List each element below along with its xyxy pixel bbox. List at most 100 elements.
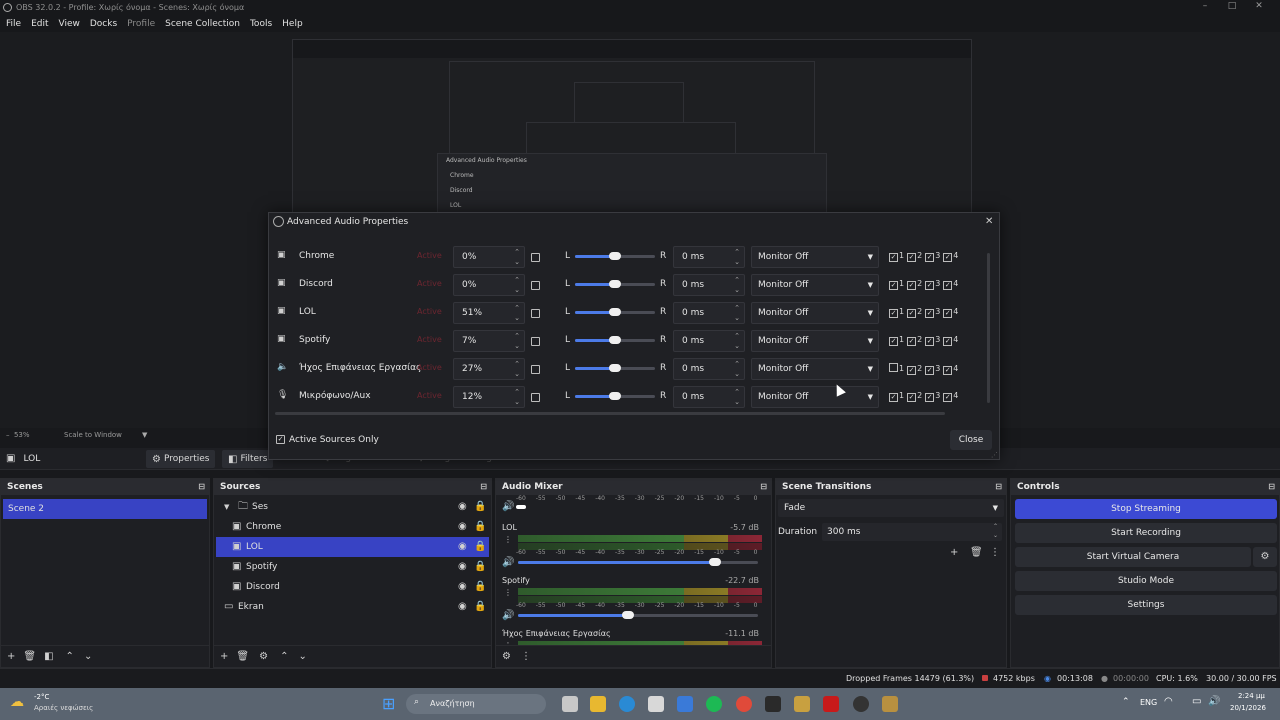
visibility-eye-icon[interactable]: ◉: [458, 537, 467, 557]
track-4[interactable]: ✓ 4: [943, 335, 958, 346]
balance-slider[interactable]: [609, 392, 621, 400]
sync-offset-input[interactable]: 0 ms ⌃ ⌄: [673, 386, 745, 408]
trash-icon[interactable]: 🗑: [970, 547, 983, 558]
source-item[interactable]: ▼ 🗀 Ses ◉ 🔒: [216, 497, 489, 517]
track-2[interactable]: ✓ 2: [907, 279, 922, 290]
taskbar-search[interactable]: ⌕ Αναζήτηση: [406, 694, 546, 714]
balance-slider[interactable]: [609, 280, 621, 288]
track-checkbox[interactable]: ✓: [925, 393, 935, 402]
start-virtual-camera-button[interactable]: Start Virtual Camera: [1015, 547, 1251, 567]
scene-item[interactable]: Scene 2: [3, 499, 207, 519]
track-checkbox[interactable]: ✓: [925, 281, 935, 290]
mono-checkbox[interactable]: [531, 365, 540, 374]
volume-input[interactable]: 12% ⌃ ⌄: [453, 386, 525, 408]
fader-knob[interactable]: [516, 505, 526, 509]
more-menu-icon[interactable]: ⋮: [521, 651, 531, 662]
track-2[interactable]: ✓ 2: [907, 307, 922, 318]
app2-icon[interactable]: [765, 696, 781, 712]
add-icon[interactable]: +: [220, 651, 228, 662]
move-down-icon[interactable]: ⌄: [84, 651, 92, 662]
stepper-icon[interactable]: ⌃ ⌄: [512, 303, 522, 323]
sync-offset-input[interactable]: 0 ms ⌃ ⌄: [673, 274, 745, 296]
start-icon[interactable]: ⊞: [382, 694, 395, 713]
stepper-icon[interactable]: ⌃ ⌄: [993, 522, 998, 540]
league-client-icon[interactable]: [882, 696, 898, 712]
track-checkbox[interactable]: ✓: [907, 281, 917, 290]
track-checkbox[interactable]: ✓: [925, 309, 935, 318]
close-window-icon[interactable]: ✕: [1252, 1, 1266, 15]
monitoring-select[interactable]: Monitor Off ▼: [751, 246, 879, 268]
scale-mode-chevron-icon[interactable]: ▼: [142, 431, 147, 439]
app-icon[interactable]: [677, 696, 693, 712]
track-3[interactable]: ✓ 3: [925, 279, 940, 290]
filters-button[interactable]: ◧ Filters: [222, 450, 274, 468]
track-checkbox[interactable]: ✓: [889, 337, 898, 346]
stepper-icon[interactable]: ⌃ ⌄: [732, 247, 742, 267]
track-1[interactable]: ✓ 1: [889, 335, 904, 346]
monitoring-select[interactable]: Monitor Off ▼: [751, 330, 879, 352]
stepper-icon[interactable]: ⌃ ⌄: [732, 359, 742, 379]
edge-icon[interactable]: [619, 696, 635, 712]
lock-icon[interactable]: 🔒: [474, 557, 486, 577]
league-icon[interactable]: [794, 696, 810, 712]
sync-offset-input[interactable]: 0 ms ⌃ ⌄: [673, 330, 745, 352]
volume-icon[interactable]: 🔊: [1208, 696, 1220, 707]
track-checkbox[interactable]: ✓: [907, 309, 917, 318]
track-checkbox[interactable]: ✓: [907, 393, 917, 402]
minimize-icon[interactable]: –: [1198, 1, 1212, 15]
stepper-icon[interactable]: ⌃ ⌄: [732, 331, 742, 351]
clock-time[interactable]: 2:24 μμ: [1238, 692, 1265, 700]
track-checkbox[interactable]: ✓: [925, 253, 935, 262]
sync-offset-input[interactable]: 0 ms ⌃ ⌄: [673, 246, 745, 268]
volume-input[interactable]: 51% ⌃ ⌄: [453, 302, 525, 324]
track-checkbox[interactable]: [889, 363, 898, 372]
more-menu-icon[interactable]: ⋮: [990, 547, 1000, 558]
stop-streaming-button[interactable]: Stop Streaming: [1015, 499, 1277, 519]
track-3[interactable]: ✓ 3: [925, 335, 940, 346]
netflix-icon[interactable]: [823, 696, 839, 712]
channel-menu-icon[interactable]: ⋮: [504, 535, 512, 544]
clock-date[interactable]: 20/1/2026: [1230, 704, 1266, 712]
menu-help[interactable]: Help: [282, 19, 303, 29]
balance-slider[interactable]: [609, 308, 621, 316]
lock-icon[interactable]: 🔒: [474, 517, 486, 537]
vertical-scrollbar[interactable]: [987, 253, 990, 403]
network-icon[interactable]: ▭: [1192, 696, 1201, 707]
track-3[interactable]: ✓ 3: [925, 251, 940, 262]
lock-icon[interactable]: 🔒: [474, 577, 486, 597]
track-checkbox[interactable]: ✓: [889, 393, 898, 402]
track-1[interactable]: ✓ 1: [889, 279, 904, 290]
obs-icon[interactable]: [853, 696, 869, 712]
volume-input[interactable]: 0% ⌃ ⌄: [453, 246, 525, 268]
move-up-icon[interactable]: ⌃: [66, 651, 74, 662]
volume-input[interactable]: 27% ⌃ ⌄: [453, 358, 525, 380]
volume-input[interactable]: 0% ⌃ ⌄: [453, 274, 525, 296]
close-icon[interactable]: ✕: [985, 216, 993, 227]
balance-slider[interactable]: [609, 364, 621, 372]
track-2[interactable]: ✓ 2: [907, 391, 922, 402]
track-checkbox[interactable]: ✓: [925, 366, 935, 375]
mono-checkbox[interactable]: [531, 337, 540, 346]
track-checkbox[interactable]: ✓: [943, 281, 953, 290]
properties-button[interactable]: ⚙ Properties: [146, 450, 216, 468]
track-1[interactable]: 1: [889, 363, 904, 373]
track-4[interactable]: ✓ 4: [943, 307, 958, 318]
stepper-icon[interactable]: ⌃ ⌄: [732, 275, 742, 295]
track-1[interactable]: ✓ 1: [889, 307, 904, 318]
resize-grip-icon[interactable]: ⋰: [991, 451, 998, 459]
track-4[interactable]: ✓ 4: [943, 279, 958, 290]
stepper-icon[interactable]: ⌃ ⌄: [732, 303, 742, 323]
scale-mode-select[interactable]: Scale to Window: [64, 431, 122, 439]
visibility-eye-icon[interactable]: ◉: [458, 497, 467, 517]
monitoring-select[interactable]: Monitor Off ▼: [751, 386, 879, 408]
task-view-icon[interactable]: [562, 696, 578, 712]
wifi-icon[interactable]: ◠: [1164, 696, 1173, 707]
sync-offset-input[interactable]: 0 ms ⌃ ⌄: [673, 302, 745, 324]
stepper-icon[interactable]: ⌃ ⌄: [512, 247, 522, 267]
menu-profile[interactable]: Profile: [127, 19, 155, 29]
track-checkbox[interactable]: ✓: [889, 309, 898, 318]
dock-menu-icon[interactable]: ⊟: [995, 479, 1002, 495]
transition-select[interactable]: Fade ▼: [778, 499, 1004, 517]
move-down-icon[interactable]: ⌄: [298, 651, 306, 662]
balance-slider[interactable]: [609, 336, 621, 344]
